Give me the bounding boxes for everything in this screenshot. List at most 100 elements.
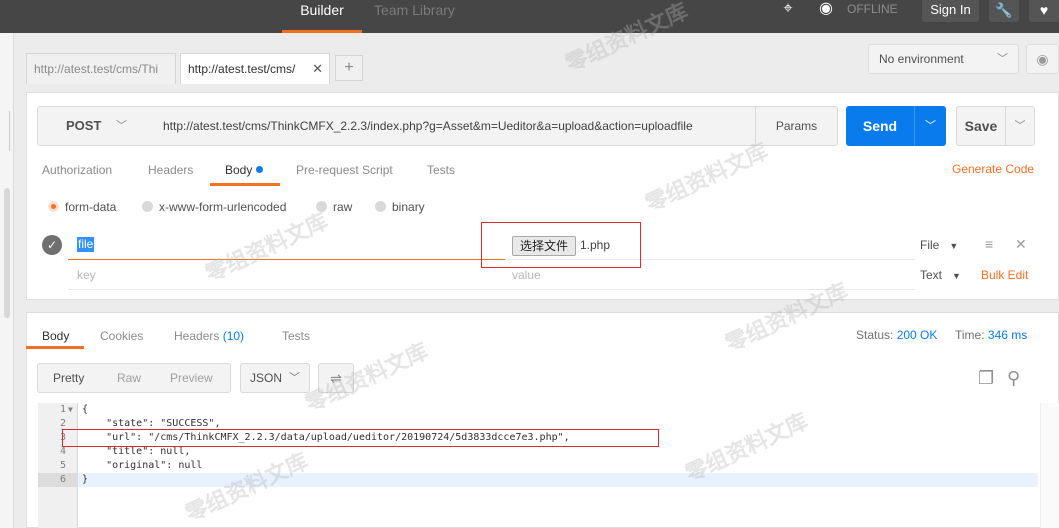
highlight-box-url	[62, 429, 659, 447]
close-icon[interactable]: ✕	[312, 54, 323, 84]
request-tab-2[interactable]: http://atest.test/cms/ ✕	[180, 53, 330, 84]
hamburger-icon[interactable]: ≡	[985, 236, 993, 252]
radio-icon	[375, 201, 386, 212]
save-button[interactable]: Save	[956, 106, 1006, 146]
response-tab-body[interactable]: Body	[42, 327, 69, 345]
sidebar-collapsed	[0, 33, 14, 528]
fold-arrow-icon[interactable]: ▼	[68, 403, 73, 417]
sidebar-marker	[0, 111, 10, 151]
row-type-select[interactable]: File ▼	[920, 238, 958, 252]
tab-authorization[interactable]: Authorization	[42, 160, 112, 182]
new-key-input[interactable]: key	[68, 262, 505, 290]
time-readout: Time: 346 ms	[955, 328, 1027, 342]
line-number: 4	[59, 446, 66, 457]
headers-count: (10)	[222, 329, 245, 343]
request-tab-label: http://atest.test/cms/Thi	[34, 62, 159, 76]
method-label: POST	[66, 118, 102, 133]
bulk-edit-link[interactable]: Bulk Edit	[981, 268, 1028, 282]
row-type-label: File	[920, 238, 940, 252]
add-tab-button[interactable]: +	[335, 55, 363, 81]
radio-icon	[316, 201, 327, 212]
url-input[interactable]: http://atest.test/cms/ThinkCMFX_2.2.3/in…	[152, 106, 756, 146]
highlight-box-file	[481, 222, 641, 268]
response-tab-cookies[interactable]: Cookies	[100, 327, 143, 345]
tab-body[interactable]: Body	[225, 160, 264, 182]
tab-team-library[interactable]: Team Library	[374, 0, 455, 20]
environment-select[interactable]: No environment ﹀	[868, 44, 1019, 74]
save-dropdown-button[interactable]: ﹀	[1005, 106, 1035, 146]
tab-tests[interactable]: Tests	[427, 160, 455, 182]
generate-code-link[interactable]: Generate Code	[952, 162, 1034, 176]
response-tab-headers[interactable]: Headers (10)	[174, 327, 244, 345]
app-window: Builder Team Library ⌖ ◉ OFFLINE Sign In…	[0, 0, 1059, 528]
status-value: 200 OK	[896, 328, 938, 342]
radio-icon	[142, 201, 153, 212]
radio-label: raw	[333, 200, 353, 214]
view-preview-button[interactable]: Preview	[170, 363, 213, 393]
eye-icon[interactable]: ◉	[1026, 44, 1059, 74]
status-readout: Status: 200 OK	[856, 328, 937, 342]
response-tab-headers-label: Headers	[174, 329, 220, 343]
time-value: 346 ms	[987, 328, 1028, 342]
sign-in-button[interactable]: Sign In	[922, 0, 979, 22]
row-enabled-checkbox[interactable]: ✓	[42, 235, 62, 255]
form-key-input[interactable]: file	[68, 230, 505, 260]
params-button[interactable]: Params	[756, 106, 838, 146]
line-number: 5	[59, 460, 66, 471]
wrap-lines-icon[interactable]: ⇌	[318, 363, 354, 393]
chevron-down-icon: ﹀	[116, 120, 127, 132]
heart-icon[interactable]: ♥	[1029, 0, 1059, 22]
radio-raw[interactable]: raw	[316, 198, 352, 216]
wrench-icon[interactable]: 🔧	[989, 0, 1019, 22]
chevron-down-icon: ﹀	[289, 372, 300, 384]
code-line: {	[82, 404, 89, 415]
close-icon[interactable]: ✕	[1015, 236, 1027, 253]
active-line-highlight	[38, 473, 1038, 487]
line-number: 1	[59, 404, 66, 415]
copy-icon[interactable]: ❐	[978, 368, 994, 389]
status-label: Status:	[856, 328, 894, 342]
radio-urlencoded[interactable]: x-www-form-urlencoded	[142, 198, 286, 216]
chevron-down-icon: ﹀	[997, 53, 1008, 65]
view-pretty-button[interactable]: Pretty	[53, 363, 84, 393]
response-tab-tests[interactable]: Tests	[282, 327, 310, 345]
tab-builder[interactable]: Builder	[282, 0, 362, 33]
active-tab-indicator	[26, 346, 84, 349]
row-type-label: Text	[920, 268, 943, 282]
format-label: JSON	[250, 371, 283, 385]
new-row-type-select[interactable]: Text ▼	[920, 268, 961, 282]
triangle-down-icon: ▼	[949, 241, 959, 251]
radio-selected-icon	[48, 201, 59, 212]
interceptor-icon[interactable]: ⌖	[776, 0, 800, 20]
sidebar-scrollbar[interactable]	[4, 188, 10, 318]
tab-body-label: Body	[225, 163, 253, 177]
modified-dot-icon	[256, 166, 264, 173]
format-select[interactable]: JSON ﹀	[240, 363, 310, 393]
tab-prerequest-script[interactable]: Pre-request Script	[296, 160, 393, 182]
radio-label: x-www-form-urlencoded	[159, 200, 287, 214]
request-tab-1[interactable]: http://atest.test/cms/Thi	[26, 53, 176, 84]
time-label: Time:	[955, 328, 985, 342]
send-dropdown-button[interactable]: ﹀	[914, 106, 946, 146]
active-tab-indicator	[210, 183, 280, 186]
code-line: "title": null,	[82, 446, 191, 457]
offline-status: OFFLINE	[847, 2, 898, 16]
radio-form-data[interactable]: form-data	[48, 198, 116, 216]
environment-label: No environment	[879, 52, 964, 66]
tab-headers[interactable]: Headers	[148, 160, 193, 182]
code-line: "original": null	[82, 460, 203, 471]
request-tab-label: http://atest.test/cms/	[188, 62, 296, 76]
search-icon[interactable]: ⚲	[1007, 368, 1020, 389]
radio-binary[interactable]: binary	[375, 198, 425, 216]
radio-label: form-data	[65, 200, 117, 214]
line-number: 6	[59, 474, 66, 485]
sync-icon[interactable]: ◉	[814, 0, 838, 20]
form-key-value: file	[77, 237, 95, 252]
code-line: }	[82, 474, 89, 485]
radio-label: binary	[392, 200, 425, 214]
send-button[interactable]: Send	[846, 106, 914, 146]
view-raw-button[interactable]: Raw	[117, 363, 141, 393]
editor-scrollbar[interactable]	[1040, 403, 1059, 528]
method-select[interactable]: POST ﹀	[37, 106, 153, 146]
triangle-down-icon: ▼	[952, 271, 961, 281]
